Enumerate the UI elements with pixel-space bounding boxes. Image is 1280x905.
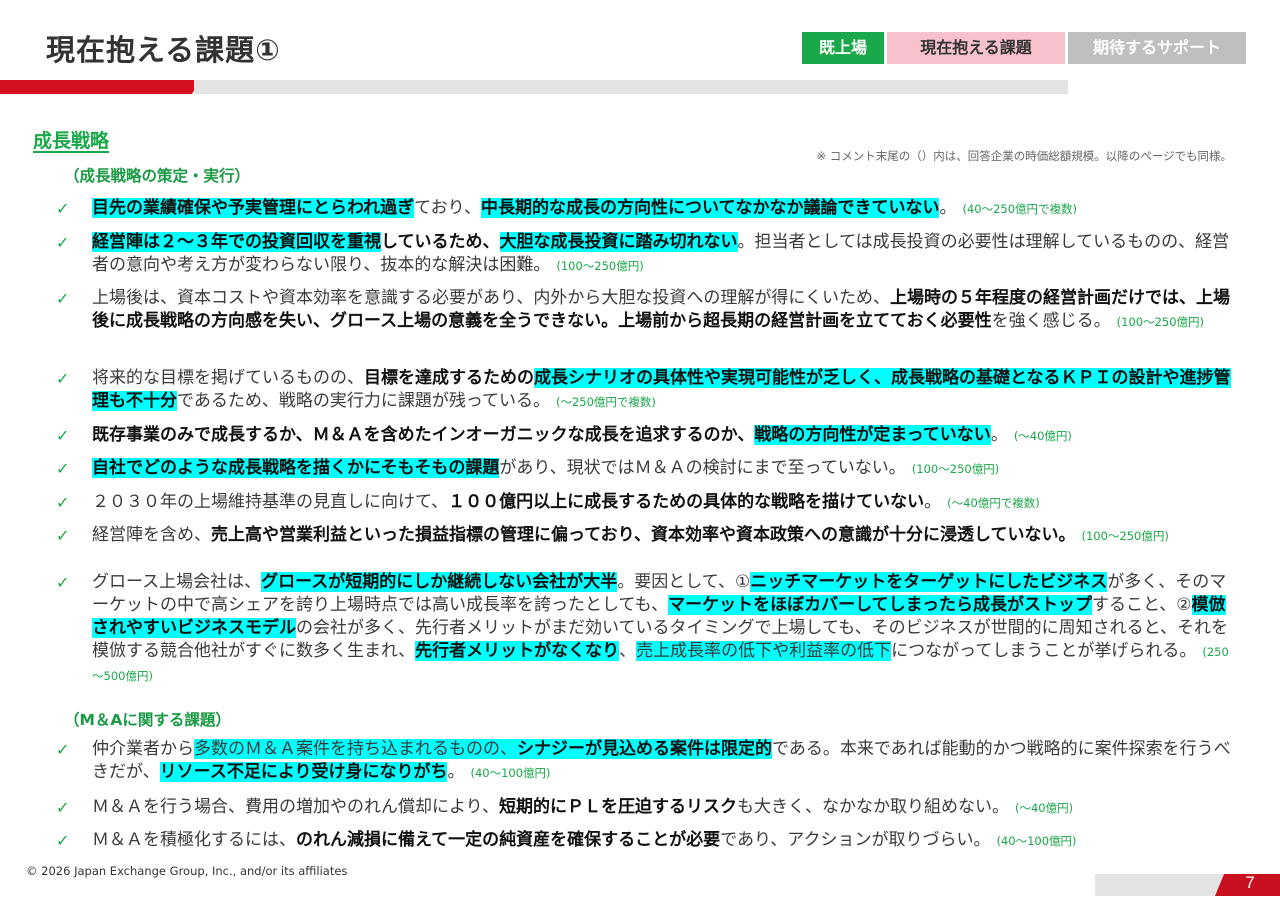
market-cap-size: (40～250億円で複数) <box>962 202 1078 216</box>
market-cap-size: (40～100億円) <box>996 834 1077 848</box>
item-text-segment: 戦略の方向性が定まっていない <box>754 425 991 445</box>
check-icon: ✓ <box>56 233 70 252</box>
item-text-segment: 将来的な目標を掲げているものの、 <box>92 368 364 388</box>
item-text-segment: 自社でどのような成長戦略を描くかにそもそもの課題 <box>92 458 500 478</box>
item-text-segment: 先行者メリットがなくなり <box>415 641 620 661</box>
item-text-segment: すること、② <box>1091 595 1192 615</box>
check-icon: ✓ <box>56 526 70 545</box>
item-text-segment: 既存事業のみで成長するか、Ｍ＆Ａを含めたインオーガニックな成長を追求するのか、 <box>92 425 755 445</box>
item-text-segment: 。 <box>990 425 1008 445</box>
item-text-segment: リソース不足により受け身になりがち <box>159 762 448 782</box>
list-item: 目先の業績確保や予実管理にとらわれ過ぎており、中長期的な成長の方向性についてなか… <box>92 197 1234 221</box>
item-text-segment: 。要因として、① <box>617 572 751 592</box>
section-tabs: 既上場 現在抱える課題 期待するサポート <box>802 32 1246 64</box>
item-text-segment: 中長期的な成長の方向性についてなかなか議論できていない <box>480 198 940 218</box>
check-icon: ✓ <box>56 798 70 817</box>
item-text-segment: 大胆な成長投資に踏み切れない <box>499 232 738 252</box>
market-cap-size: (100～250億円) <box>911 462 1000 476</box>
item-text-segment: 経営陣を含め、 <box>92 525 211 545</box>
market-cap-size: (100～250億円) <box>1081 529 1169 543</box>
check-icon: ✓ <box>56 831 70 850</box>
item-text-segment: 目先の業績確保や予実管理にとらわれ過ぎ <box>92 198 415 218</box>
list-item: ２０３０年の上場維持基準の見直しに向けて、１００億円以上に成長するための具体的な… <box>92 491 1234 515</box>
list-item: 仲介業者から多数のＭ＆Ａ案件を持ち込まれるものの、シナジーが見込める案件は限定的… <box>92 738 1234 785</box>
page-number: 7 <box>1245 873 1255 892</box>
item-text-segment: があり、現状ではＭ＆Ａの検討にまで至っていない。 <box>499 458 906 478</box>
item-text-segment: 。 <box>939 198 957 218</box>
item-text-segment: １００億円以上に成長するための具体的な戦略を描けていない <box>448 492 925 512</box>
list-item: グロース上場会社は、グロースが短期的にしか継続しない会社が大半。要因として、①ニ… <box>92 571 1234 688</box>
check-icon: ✓ <box>56 459 70 478</box>
list-item: 既存事業のみで成長するか、Ｍ＆Ａを含めたインオーガニックな成長を追求するのか、戦… <box>92 424 1234 448</box>
tab-listed[interactable]: 既上場 <box>802 32 884 64</box>
item-text-segment: 売上成長率の低下や利益率の低下 <box>636 641 892 661</box>
item-text-segment: 。 <box>447 762 465 782</box>
check-icon: ✓ <box>56 199 70 218</box>
item-text-segment: 、 <box>619 641 637 661</box>
market-cap-size: (100～250億円) <box>1116 315 1205 329</box>
item-text-segment: ニッチマーケットをターゲットにしたビジネス <box>750 572 1108 592</box>
item-text-segment: 目標を達成するための <box>364 368 534 388</box>
list-item: 自社でどのような成長戦略を描くかにそもそもの課題があり、現状ではＭ＆Ａの検討にま… <box>92 457 1234 481</box>
check-icon: ✓ <box>56 289 70 308</box>
footer-gray-bar <box>1095 874 1225 896</box>
item-text-segment: を強く感じる。 <box>991 311 1111 331</box>
list-item: Ｍ＆Ａを行う場合、費用の増加やのれん償却により、短期的にＰＬを圧迫するリスクも大… <box>92 796 1234 820</box>
header-accent-bar <box>0 80 200 94</box>
market-cap-size: (～250億円で複数) <box>555 395 656 409</box>
item-text-segment: 売上高や営業利益といった損益指標の管理に偏っており、資本効率や資本政策への意識が… <box>211 525 1076 545</box>
check-icon: ✓ <box>56 740 70 759</box>
item-text-segment: であり、アクションが取りづらい。 <box>720 830 991 850</box>
item-text-segment: であるため、戦略の実行力に課題が残っている。 <box>177 391 550 411</box>
item-text-segment: 経営陣は２～３年での投資回収を重視 <box>92 232 381 252</box>
check-icon: ✓ <box>56 369 70 388</box>
check-icon: ✓ <box>56 426 70 445</box>
list-item: 将来的な目標を掲げているものの、目標を達成するための成長シナリオの具体性や実現可… <box>92 367 1234 414</box>
item-text-segment: のれん減損に備えて一定の純資産を確保することが必要 <box>296 830 721 850</box>
section-title: 成長戦略 <box>33 130 110 152</box>
item-text-segment: 仲介業者から <box>92 739 194 759</box>
item-text-segment: 多数のＭ＆Ａ案件を持ち込まれるものの、 <box>194 739 517 759</box>
market-cap-size: (～40億円で複数) <box>947 496 1040 510</box>
item-text-segment: シナジーが見込める案件は限定的 <box>517 739 772 759</box>
market-cap-size: (100～250億円) <box>556 259 644 273</box>
tab-expected-support[interactable]: 期待するサポート <box>1068 32 1246 64</box>
copyright: © 2026 Japan Exchange Group, Inc., and/o… <box>26 864 348 878</box>
market-cap-size: (～40億円) <box>1014 801 1074 815</box>
tab-current-issues[interactable]: 現在抱える課題 <box>887 32 1065 64</box>
item-text-segment: ており、 <box>414 198 481 218</box>
item-text-segment: グロース上場会社は、 <box>92 572 262 592</box>
check-icon: ✓ <box>56 493 70 512</box>
item-text-segment: 短期的にＰＬを圧迫するリスク <box>498 797 737 817</box>
item-text-segment: も大きく、なかなか取り組めない。 <box>736 797 1009 817</box>
item-text-segment: グロースが短期的にしか継続しない会社が大半 <box>261 572 618 592</box>
item-text-segment: しているため、 <box>381 232 500 252</box>
item-text-segment: につながってしまうことが挙げられる。 <box>891 641 1197 661</box>
subsection-strategy: （成長戦略の策定・実行） <box>64 167 251 185</box>
item-text-segment: 。 <box>924 492 942 512</box>
list-item: Ｍ＆Ａを積極化するには、のれん減損に備えて一定の純資産を確保することが必要であり… <box>92 829 1234 853</box>
item-text-segment: ２０３０年の上場維持基準の見直しに向けて、 <box>92 492 449 512</box>
market-cap-size: (40～100億円) <box>470 766 551 780</box>
subsection-ma: （M＆Aに関する課題） <box>64 711 231 729</box>
list-item: 経営陣は２～３年での投資回収を重視しているため、大胆な成長投資に踏み切れない。担… <box>92 231 1234 278</box>
check-icon: ✓ <box>56 573 70 592</box>
market-cap-size: (～40億円) <box>1013 429 1072 443</box>
list-item: 経営陣を含め、売上高や営業利益といった損益指標の管理に偏っており、資本効率や資本… <box>92 524 1234 548</box>
header-divider-bar <box>194 80 1068 94</box>
item-text-segment: Ｍ＆Ａを積極化するには、 <box>92 830 296 850</box>
size-note: ※ コメント末尾の（）内は、回答企業の時価総額規模。以降のページでも同様。 <box>816 149 1232 163</box>
list-item: 上場後は、資本コストや資本効率を意識する必要があり、内外から大胆な投資への理解が… <box>92 287 1234 334</box>
page-title: 現在抱える課題① <box>46 33 281 67</box>
item-text-segment: マーケットをほぼカバーしてしまったら成長がストップ <box>668 595 1092 615</box>
item-text-segment: 上場後は、資本コストや資本効率を意識する必要があり、内外から大胆な投資への理解が… <box>92 288 890 308</box>
item-text-segment: Ｍ＆Ａを行う場合、費用の増加やのれん償却により、 <box>92 797 499 817</box>
